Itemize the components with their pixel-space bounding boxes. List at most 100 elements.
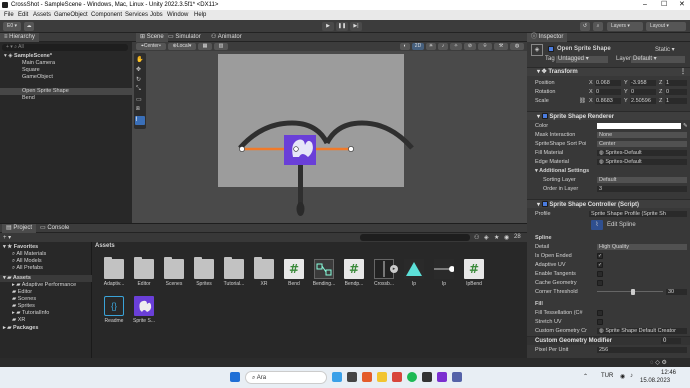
scale-y-field[interactable]: 2.50596 [630,98,656,104]
static-toggle[interactable]: Static ▾ [655,46,675,53]
position-x-field[interactable]: 0.068 [595,80,621,86]
hierarchy-item-gameobject[interactable]: GameObject [0,74,132,81]
favorite-item[interactable]: ⌕ All Models [0,258,92,265]
pause-button[interactable]: ❚❚ [336,22,348,31]
start-icon[interactable] [230,372,240,382]
network-icon[interactable]: ◉ [620,373,625,380]
tab-inspector[interactable]: ⓘ Inspector [527,33,568,42]
controller-header[interactable]: ▾ Sprite Shape Controller (Script) [527,199,690,208]
expand-arrow-icon[interactable]: ▸ [390,265,398,273]
gizmos-icon[interactable]: ◍ [510,43,524,50]
app-icon[interactable] [452,372,462,382]
custom-modifier-header[interactable]: Custom Geometry Modifier 0 [527,336,690,345]
tangents-checkbox[interactable] [597,271,603,277]
rotation-y-field[interactable]: 0 [630,89,656,95]
space-dropdown[interactable]: ⊕Local▾ [168,43,196,50]
eye-icon[interactable]: ◉ [504,234,509,241]
menu-services[interactable]: Services [125,10,148,20]
layer-dropdown[interactable]: Default ▾ [631,56,685,63]
favorite-item[interactable]: ⌕ All Prefabs [0,265,92,272]
crossbow-sprite[interactable] [132,51,527,223]
menu-help[interactable]: Help [194,10,206,20]
renderer-header[interactable]: ▾ Sprite Shape Renderer [527,111,690,120]
fill-material-field[interactable]: ◍ Sprites-Default [597,150,687,156]
audio-icon[interactable]: ♪ [438,43,448,50]
asset-folder[interactable]: Sprites [190,257,218,295]
asset-folder[interactable]: Scenes [160,257,188,295]
widgets-icon[interactable] [332,372,342,382]
account-button[interactable]: E0 ▾ [3,22,21,31]
visual-studio-icon[interactable] [437,372,447,382]
assets-folder[interactable]: ▾ ▰ Assets [0,275,92,282]
asset-tree-item[interactable]: ▰ Editor [0,289,92,296]
task-view-icon[interactable] [347,372,357,382]
position-z-field[interactable]: 1 [665,80,687,86]
profile-field[interactable]: Sprite Shape Profile (Sprite Sh [589,211,687,217]
custom-geometry-field[interactable]: ◍ Sprite Shape Default Creator [597,328,687,334]
hierarchy-item-square[interactable]: Square [0,67,132,74]
step-button[interactable]: ▶| [350,22,362,31]
sorting-layer-dropdown[interactable]: Default [597,177,687,183]
close-button[interactable]: ✕ [679,0,685,10]
favorite-icon[interactable]: ★ [494,234,499,241]
tag-dropdown[interactable]: Untagged ▾ [556,56,608,63]
menu-assets[interactable]: Assets [33,10,51,20]
project-search-input[interactable] [360,234,470,241]
camera-icon[interactable]: ⌾ [478,43,492,50]
eyedropper-icon[interactable]: ✎ [683,122,688,130]
light-icon[interactable]: ☀ [426,43,436,50]
edit-spline-icon[interactable]: ⌇ [591,220,603,230]
detail-dropdown[interactable]: High Quality [597,244,687,250]
menu-jobs[interactable]: Jobs [150,10,163,20]
tab-simulator[interactable]: ▭ Simulator [164,33,205,42]
scale-z-field[interactable]: 1 [665,98,687,104]
tray-chevron-icon[interactable]: ⌃ [583,373,588,380]
tab-project[interactable]: ▤ Project [2,224,37,233]
clock-time[interactable]: 12:46 [646,370,676,376]
rotation-x-field[interactable]: 0 [595,89,621,95]
app-icon[interactable] [392,372,402,382]
spotify-icon[interactable] [407,372,417,382]
filter-label-icon[interactable]: ◈ [484,234,489,241]
pivot-dropdown[interactable]: ⌖Center▾ [136,43,166,50]
hidden-icon[interactable]: ⊘ [464,43,476,50]
asset-folder[interactable]: Editor [130,257,158,295]
2d-toggle[interactable]: 2D [412,43,424,50]
tab-console[interactable]: ▭ Console [36,224,73,233]
layers-dropdown[interactable]: Layers ▾ [607,22,643,31]
active-checkbox[interactable] [548,46,554,52]
hierarchy-item-main-camera[interactable]: Main Camera [0,60,132,67]
breadcrumb[interactable]: Assets [95,243,115,249]
cache-geometry-checkbox[interactable] [597,280,603,286]
asset-tree-item[interactable]: ▰ Scenes [0,296,92,303]
tab-scene[interactable]: ⊞ Scene [136,33,168,42]
taskbar-search-input[interactable]: ⌕ Ara [245,371,327,384]
asset-folder[interactable]: Tutorial... [220,257,248,295]
history-icon[interactable]: ↺ [580,22,590,31]
hierarchy-item-scene[interactable]: ▾ ◈ SampleScene* [0,53,132,60]
tools-icon[interactable]: ⚒ [494,43,508,50]
orbit-icon[interactable]: ◐ [400,43,410,50]
menu-file[interactable]: File [4,10,14,20]
menu-edit[interactable]: Edit [18,10,28,20]
asset-readme[interactable]: {} Readme [100,296,128,332]
scene-viewport[interactable]: ✋ ✥ ↻ ⤡ ▭ ⧈ ⌇ [132,51,527,223]
object-name-field[interactable]: Open Sprite Shape [557,46,611,52]
language-indicator[interactable]: TUR [601,373,613,379]
additional-settings-foldout[interactable]: ▾ Additional Settings [535,167,687,175]
brave-icon[interactable] [362,372,372,382]
asset-tree-item[interactable]: ▸ ▰ TutorialInfo [0,310,92,317]
snap-icon[interactable]: ▥ [214,43,228,50]
corner-threshold-field[interactable]: 30 [666,289,687,295]
create-button[interactable]: + ▾ [3,234,11,241]
asset-script[interactable]: # Bendp... [340,259,368,295]
scale-x-field[interactable]: 0.8683 [595,98,621,104]
color-swatch[interactable] [597,123,681,129]
asset-folder[interactable]: XR [250,257,278,295]
asset-prefab[interactable]: Bending... [310,259,338,295]
unity-taskbar-icon[interactable] [422,372,432,382]
search-icon[interactable]: ⌕ [593,22,603,31]
favorite-item[interactable]: ⌕ All Materials [0,251,92,258]
menu-component[interactable]: Component [91,10,122,20]
grid-icon[interactable]: ▦ [198,43,212,50]
